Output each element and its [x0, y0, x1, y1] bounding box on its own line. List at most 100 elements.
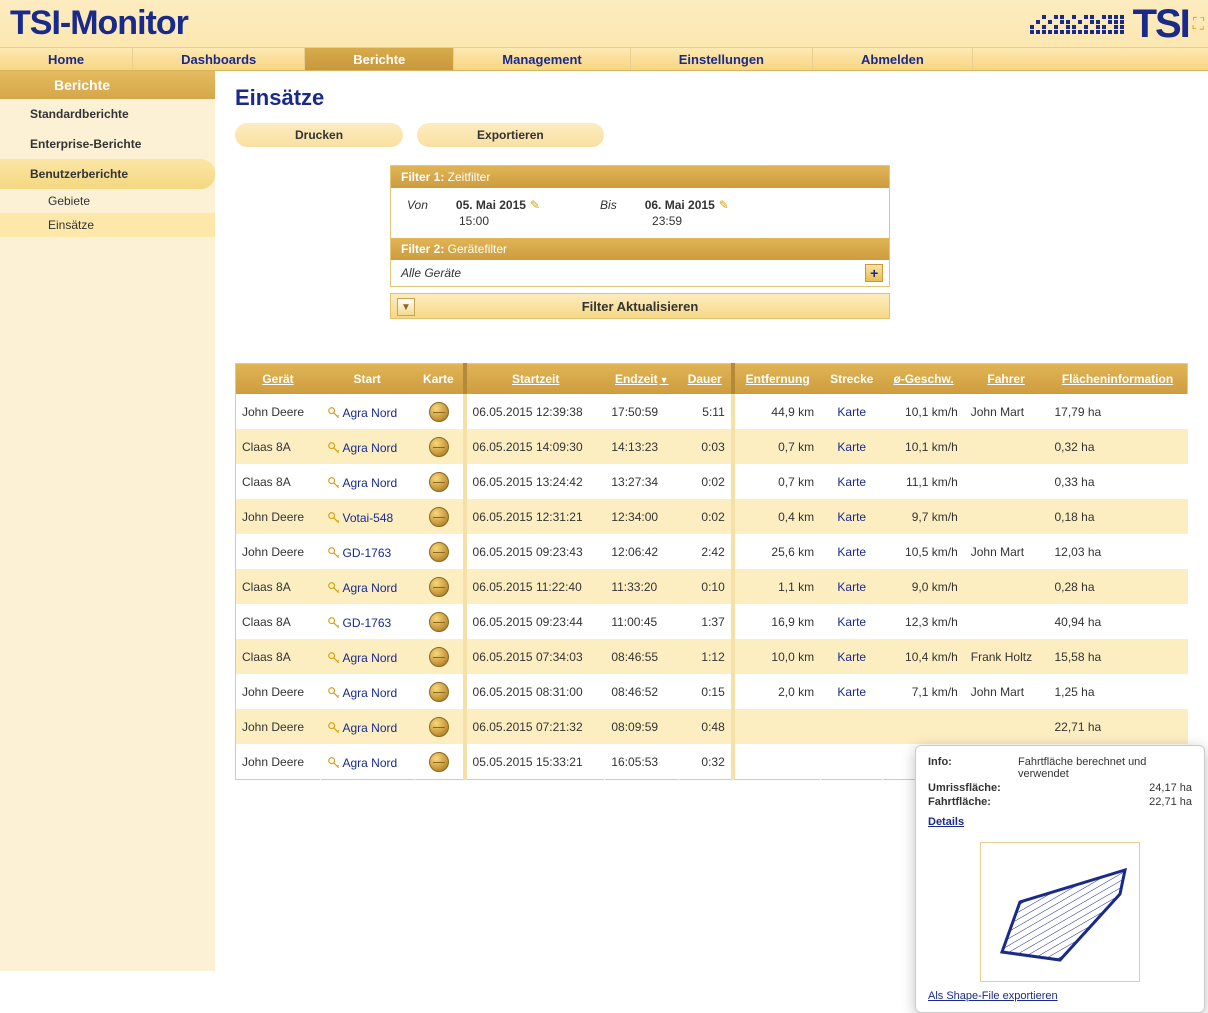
cell-start[interactable]: Agra Nord: [320, 464, 414, 499]
pencil-icon[interactable]: ✎: [719, 198, 729, 212]
cell-flaeche[interactable]: 12,03 ha: [1048, 534, 1188, 569]
cell-karte[interactable]: [414, 569, 464, 604]
cell-karte[interactable]: [414, 639, 464, 674]
sidebar-item-benutzerberichte[interactable]: Benutzerberichte: [0, 159, 215, 189]
cell-start[interactable]: Agra Nord: [320, 639, 414, 674]
print-button[interactable]: Drucken: [235, 123, 403, 147]
cell-flaeche[interactable]: 15,58 ha: [1048, 639, 1188, 674]
from-date[interactable]: 05. Mai 2015: [456, 198, 526, 212]
export-button[interactable]: Exportieren: [417, 123, 604, 147]
device-filter-text: Alle Geräte: [401, 266, 461, 280]
nav-management[interactable]: Management: [454, 48, 630, 70]
cell-start[interactable]: Votai-548: [320, 499, 414, 534]
key-icon: [327, 406, 341, 420]
cell-strecke[interactable]: Karte: [821, 534, 883, 569]
cell-flaeche[interactable]: 22,71 ha: [1048, 709, 1188, 744]
shape-export-link[interactable]: Als Shape-File exportieren: [928, 990, 1058, 1002]
cell-strecke[interactable]: Karte: [821, 569, 883, 604]
globe-icon[interactable]: [429, 542, 449, 562]
cell-flaeche[interactable]: 17,79 ha: [1048, 394, 1188, 429]
cell-startzeit: 06.05.2015 09:23:43: [465, 534, 605, 569]
cell-strecke[interactable]: Karte: [821, 464, 883, 499]
col-endzeit[interactable]: Endzeit▼: [605, 364, 679, 395]
to-date[interactable]: 06. Mai 2015: [645, 198, 715, 212]
cell-karte[interactable]: [414, 429, 464, 464]
sidebar-item-enterprise[interactable]: Enterprise-Berichte: [0, 129, 215, 159]
cell-start[interactable]: Agra Nord: [320, 569, 414, 604]
cell-endzeit: 08:46:55: [605, 639, 679, 674]
cell-start[interactable]: GD-1763: [320, 534, 414, 569]
cell-start[interactable]: Agra Nord: [320, 744, 414, 780]
cell-flaeche[interactable]: 0,33 ha: [1048, 464, 1188, 499]
cell-flaeche[interactable]: 0,18 ha: [1048, 499, 1188, 534]
sidebar-item-standardberichte[interactable]: Standardberichte: [0, 99, 215, 129]
cell-strecke[interactable]: Karte: [821, 639, 883, 674]
col-startzeit[interactable]: Startzeit: [465, 364, 605, 395]
cell-entfernung: [733, 744, 821, 780]
cell-strecke[interactable]: Karte: [821, 429, 883, 464]
table-row: John DeereGD-176306.05.2015 09:23:4312:0…: [236, 534, 1188, 569]
col-geschw[interactable]: ø-Geschw.: [883, 364, 964, 395]
nav-berichte[interactable]: Berichte: [305, 48, 454, 70]
cell-flaeche[interactable]: 1,25 ha: [1048, 674, 1188, 709]
sort-desc-icon: ▼: [660, 375, 669, 385]
cell-karte[interactable]: [414, 744, 464, 780]
globe-icon[interactable]: [429, 577, 449, 597]
cell-fahrer: [964, 429, 1048, 464]
cell-strecke[interactable]: Karte: [821, 604, 883, 639]
cell-karte[interactable]: [414, 604, 464, 639]
cell-karte[interactable]: [414, 499, 464, 534]
cell-flaeche[interactable]: 0,32 ha: [1048, 429, 1188, 464]
cell-strecke[interactable]: Karte: [821, 499, 883, 534]
globe-icon[interactable]: [429, 752, 449, 772]
cell-karte[interactable]: [414, 534, 464, 569]
cell-startzeit: 06.05.2015 14:09:30: [465, 429, 605, 464]
nav-dashboards[interactable]: Dashboards: [133, 48, 305, 70]
globe-icon[interactable]: [429, 717, 449, 737]
col-karte[interactable]: Karte: [414, 364, 464, 395]
cell-strecke[interactable]: Karte: [821, 394, 883, 429]
nav-einstellungen[interactable]: Einstellungen: [631, 48, 813, 70]
cell-startzeit: 06.05.2015 09:23:44: [465, 604, 605, 639]
cell-flaeche[interactable]: 0,28 ha: [1048, 569, 1188, 604]
cell-start[interactable]: Agra Nord: [320, 429, 414, 464]
col-start[interactable]: Start: [320, 364, 414, 395]
globe-icon[interactable]: [429, 507, 449, 527]
cell-karte[interactable]: [414, 674, 464, 709]
col-flaeche[interactable]: Flächeninformation: [1048, 364, 1188, 395]
add-filter-button[interactable]: +: [865, 264, 883, 282]
cell-entfernung: [733, 709, 821, 744]
globe-icon[interactable]: [429, 647, 449, 667]
cell-strecke[interactable]: [821, 709, 883, 744]
cell-flaeche[interactable]: 40,94 ha: [1048, 604, 1188, 639]
globe-icon[interactable]: [429, 402, 449, 422]
pencil-icon[interactable]: ✎: [530, 198, 540, 212]
cell-strecke[interactable]: [821, 744, 883, 780]
sidebar-sub-einsaetze[interactable]: Einsätze: [0, 213, 215, 237]
filter-update-button[interactable]: Filter Aktualisieren: [391, 299, 889, 314]
sidebar-sub-gebiete[interactable]: Gebiete: [0, 189, 215, 213]
col-fahrer[interactable]: Fahrer: [964, 364, 1048, 395]
cell-start[interactable]: GD-1763: [320, 604, 414, 639]
col-geraet[interactable]: Gerät: [236, 364, 321, 395]
cell-fahrer: [964, 709, 1048, 744]
globe-icon[interactable]: [429, 437, 449, 457]
cell-start[interactable]: Agra Nord: [320, 674, 414, 709]
cell-karte[interactable]: [414, 394, 464, 429]
globe-icon[interactable]: [429, 682, 449, 702]
col-dauer[interactable]: Dauer: [679, 364, 733, 395]
nav-abmelden[interactable]: Abmelden: [813, 48, 973, 70]
cell-karte[interactable]: [414, 464, 464, 499]
cell-strecke[interactable]: Karte: [821, 674, 883, 709]
globe-icon[interactable]: [429, 612, 449, 632]
cell-start[interactable]: Agra Nord: [320, 709, 414, 744]
nav-home[interactable]: Home: [0, 48, 133, 70]
popup-umriss-value: 24,17 ha: [1018, 782, 1192, 794]
cell-start[interactable]: Agra Nord: [320, 394, 414, 429]
cell-karte[interactable]: [414, 709, 464, 744]
fullscreen-icon[interactable]: ⛶: [1193, 16, 1204, 34]
col-entfernung[interactable]: Entfernung: [733, 364, 821, 395]
globe-icon[interactable]: [429, 472, 449, 492]
details-link[interactable]: Details: [928, 816, 964, 828]
col-strecke[interactable]: Strecke: [821, 364, 883, 395]
